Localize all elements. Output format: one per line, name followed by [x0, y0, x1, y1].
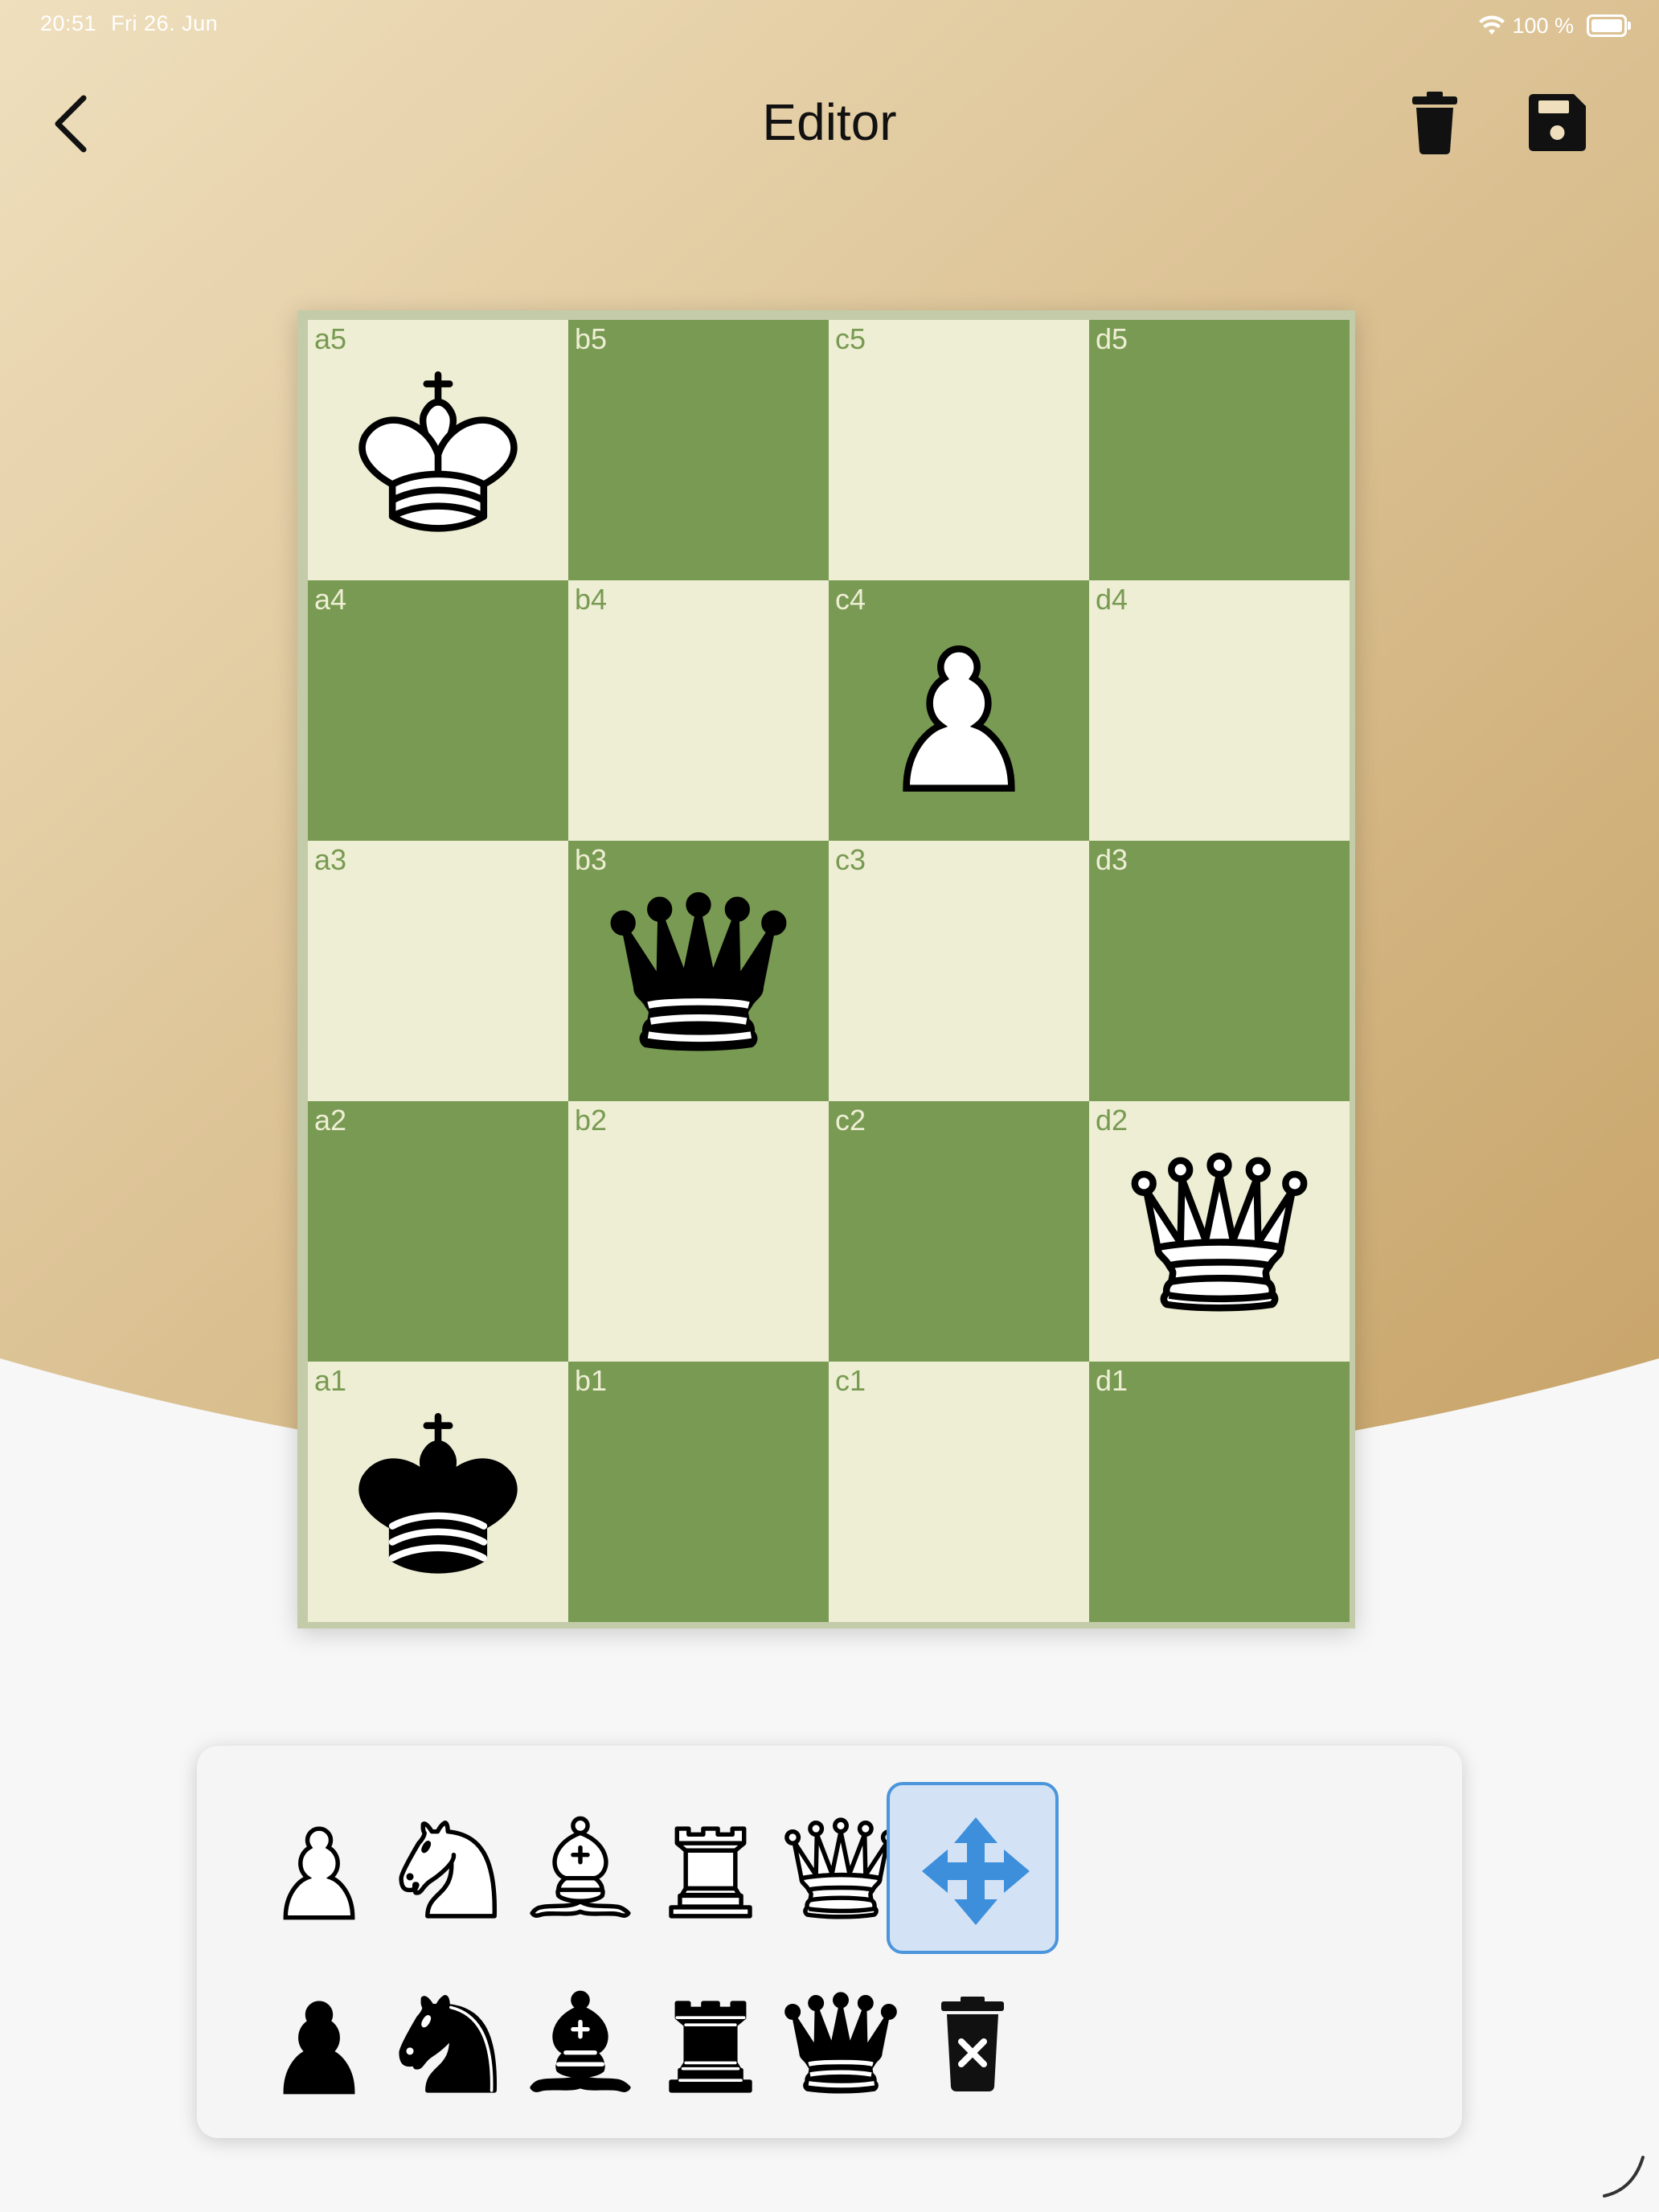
square-a4[interactable]: a4: [308, 580, 568, 841]
square-c3[interactable]: c3: [829, 841, 1089, 1101]
square-d4[interactable]: d4: [1089, 580, 1350, 841]
square-c2[interactable]: c2: [829, 1101, 1089, 1362]
trash-icon: [1412, 92, 1457, 154]
move-arrows-icon: [922, 1817, 1030, 1925]
square-label: b2: [575, 1104, 608, 1137]
white-king-icon: [358, 371, 518, 532]
chess-board: a5 b5 c5 d5 a4 b4 c4 d4 a3 b3 c3 d3 a2 b2 c2 d2 a1 b1…: [308, 320, 1350, 1622]
square-b2[interactable]: b2: [568, 1101, 829, 1362]
square-a3[interactable]: a3: [308, 841, 568, 1101]
black-queen-icon: [610, 891, 787, 1051]
battery-icon: [1587, 14, 1631, 37]
square-b1[interactable]: b1: [568, 1362, 829, 1622]
status-bar-left: 20:51 Fri 26. Jun: [40, 11, 218, 40]
square-label: c1: [835, 1364, 866, 1397]
status-bar-right: 100 %: [1478, 11, 1631, 40]
square-label: b4: [575, 583, 608, 616]
square-c1[interactable]: c1: [829, 1362, 1089, 1622]
square-d1[interactable]: d1: [1089, 1362, 1350, 1622]
square-label: a4: [314, 583, 347, 616]
save-button[interactable]: [1527, 92, 1587, 153]
clear-board-button[interactable]: [1411, 90, 1459, 154]
palette-move-tool[interactable]: [887, 1782, 1059, 1954]
square-b3[interactable]: b3: [568, 841, 829, 1101]
status-time: 20:51: [40, 11, 97, 35]
square-b5[interactable]: b5: [568, 320, 829, 580]
wifi-icon: [1479, 15, 1505, 35]
square-a5[interactable]: a5: [308, 320, 568, 580]
square-label: d1: [1096, 1364, 1129, 1397]
square-b4[interactable]: b4: [568, 580, 829, 841]
square-label: b5: [575, 322, 608, 355]
white-pawn-icon: [903, 645, 1015, 792]
square-label: c3: [835, 843, 866, 876]
square-d2[interactable]: d2: [1089, 1101, 1350, 1362]
square-label: d5: [1096, 322, 1129, 355]
square-label: b1: [575, 1364, 608, 1397]
square-label: c2: [835, 1104, 866, 1137]
square-c5[interactable]: c5: [829, 320, 1089, 580]
square-a2[interactable]: a2: [308, 1101, 568, 1362]
floppy-disk-icon: [1529, 94, 1586, 151]
trash-x-icon: [941, 1997, 1004, 2091]
square-d3[interactable]: d3: [1089, 841, 1350, 1101]
square-d5[interactable]: d5: [1089, 320, 1350, 580]
square-label: a2: [314, 1104, 347, 1137]
square-label: d3: [1096, 843, 1129, 876]
status-date: Fri 26. Jun: [111, 11, 219, 35]
square-c4[interactable]: c4: [829, 580, 1089, 841]
palette-delete-tool[interactable]: [887, 1956, 1059, 2128]
square-a1[interactable]: a1: [308, 1362, 568, 1622]
battery-percent: 100 %: [1512, 13, 1574, 38]
white-queen-icon: [1131, 1152, 1308, 1312]
black-king-icon: [358, 1412, 518, 1574]
square-label: d4: [1096, 583, 1129, 616]
corner-grip-icon: [1603, 2156, 1645, 2198]
piece-palette: [197, 1746, 1462, 2138]
square-label: a3: [314, 843, 347, 876]
square-label: c5: [835, 322, 866, 355]
